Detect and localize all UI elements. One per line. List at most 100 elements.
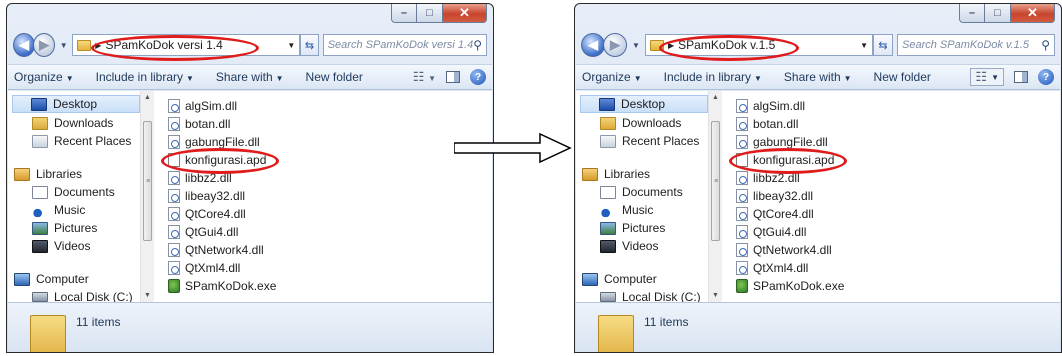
search-input[interactable]: Search SPamKoDok versi 1.4 ⚲ [322, 34, 488, 56]
search-input[interactable]: Search SPamKoDok v.1.5 ⚲ [897, 34, 1055, 56]
scroll-thumb[interactable]: ≡ [143, 121, 152, 241]
minimize-button[interactable]: – [391, 4, 417, 23]
help-icon[interactable]: ? [470, 69, 486, 85]
new-folder-button[interactable]: New folder [306, 70, 363, 84]
file-item[interactable]: QtCore4.dll [168, 205, 486, 223]
file-item[interactable]: QtXml4.dll [168, 259, 486, 277]
pictures-icon [32, 221, 48, 235]
nav-item-documents[interactable]: Documents [14, 183, 140, 201]
share-with-menu[interactable]: Share with ▼ [216, 70, 284, 84]
address-bar[interactable]: ▶ SPamKoDok v.1.5 ▼ [645, 34, 873, 56]
forward-arrow-icon: ▶ [610, 37, 620, 52]
file-item[interactable]: botan.dll [736, 115, 1054, 133]
file-name: QtCore4.dll [753, 207, 814, 221]
file-item[interactable]: libeay32.dll [168, 187, 486, 205]
help-icon[interactable]: ? [1038, 69, 1054, 85]
scroll-thumb[interactable]: ≡ [711, 121, 720, 241]
search-icon[interactable]: ⚲ [1041, 38, 1050, 52]
recent-pages-dropdown[interactable]: ▼ [59, 41, 68, 50]
file-item[interactable]: QtXml4.dll [736, 259, 1054, 277]
refresh-button[interactable]: ⇆ [873, 34, 893, 56]
address-bar[interactable]: ▶ SPamKoDok versi 1.4 ▼ [72, 34, 301, 56]
file-item[interactable]: libeay32.dll [736, 187, 1054, 205]
file-item[interactable]: algSim.dll [736, 97, 1054, 115]
file-item[interactable]: QtCore4.dll [736, 205, 1054, 223]
recent-pages-dropdown[interactable]: ▼ [631, 41, 641, 50]
address-path[interactable]: SPamKoDok versi 1.4 [105, 38, 283, 52]
file-item[interactable]: konfigurasi.apd [736, 151, 1054, 169]
nav-item-documents[interactable]: Documents [582, 183, 708, 201]
nav-item-desktop[interactable]: Desktop [12, 95, 140, 113]
scroll-down-icon[interactable]: ▼ [709, 289, 722, 303]
address-dropdown-icon[interactable]: ▼ [860, 41, 868, 50]
breadcrumb-chevron-icon[interactable]: ▶ [668, 41, 674, 50]
forward-button[interactable]: ▶ [603, 33, 627, 57]
nav-item-libraries[interactable]: Libraries [582, 165, 708, 183]
nav-item-music[interactable]: Music [14, 201, 140, 219]
search-placeholder: Search SPamKoDok versi 1.4 [327, 39, 474, 51]
file-item[interactable]: gabungFile.dll [168, 133, 486, 151]
nav-item-pictures[interactable]: Pictures [582, 219, 708, 237]
nav-item-music[interactable]: Music [582, 201, 708, 219]
nav-item-downloads[interactable]: Downloads [582, 114, 708, 132]
file-item[interactable]: QtNetwork4.dll [168, 241, 486, 259]
nav-item-recent-places[interactable]: Recent Places [14, 132, 140, 150]
file-item[interactable]: QtGui4.dll [736, 223, 1054, 241]
file-item[interactable]: libbz2.dll [168, 169, 486, 187]
file-name: QtGui4.dll [185, 225, 239, 239]
forward-button[interactable]: ▶ [33, 33, 56, 57]
file-item[interactable]: gabungFile.dll [736, 133, 1054, 151]
file-item[interactable]: SPamKoDok.exe [736, 277, 1054, 295]
nav-item-videos[interactable]: Videos [14, 237, 140, 255]
nav-item-pictures[interactable]: Pictures [14, 219, 140, 237]
navigation-scrollbar[interactable]: ▲ ≡ ▼ [140, 91, 154, 303]
breadcrumb-chevron-icon[interactable]: ▶ [95, 41, 101, 50]
close-button[interactable]: ✕ [443, 4, 487, 23]
close-button[interactable]: ✕ [1011, 4, 1055, 23]
address-dropdown-icon[interactable]: ▼ [287, 41, 295, 50]
file-item[interactable]: QtNetwork4.dll [736, 241, 1054, 259]
scroll-down-icon[interactable]: ▼ [141, 289, 154, 303]
include-in-library-menu[interactable]: Include in library ▼ [664, 70, 762, 84]
maximize-icon: □ [426, 7, 433, 19]
maximize-button[interactable]: □ [985, 4, 1011, 23]
back-button[interactable]: ◀ [13, 33, 36, 57]
address-path[interactable]: SPamKoDok v.1.5 [678, 38, 856, 52]
nav-item-downloads[interactable]: Downloads [14, 114, 140, 132]
include-in-library-label: Include in library [95, 70, 183, 84]
search-placeholder: Search SPamKoDok v.1.5 [902, 39, 1029, 51]
organize-menu[interactable]: Organize ▼ [582, 70, 642, 84]
new-folder-button[interactable]: New folder [874, 70, 931, 84]
share-with-label: Share with [783, 70, 841, 84]
file-item[interactable]: botan.dll [168, 115, 486, 133]
file-item[interactable]: algSim.dll [168, 97, 486, 115]
scroll-up-icon[interactable]: ▲ [709, 91, 722, 105]
file-item[interactable]: libbz2.dll [736, 169, 1054, 187]
refresh-button[interactable]: ⇆ [300, 34, 319, 56]
minimize-button[interactable]: – [959, 4, 985, 23]
search-icon[interactable]: ⚲ [473, 38, 482, 52]
nav-item-libraries[interactable]: Libraries [14, 165, 140, 183]
dll-file-icon [736, 171, 748, 185]
nav-item-videos[interactable]: Videos [582, 237, 708, 255]
file-item[interactable]: konfigurasi.apd [168, 151, 486, 169]
scroll-up-icon[interactable]: ▲ [141, 91, 154, 105]
change-view-button[interactable]: ☷ ▼ [970, 68, 1004, 86]
nav-item-desktop[interactable]: Desktop [580, 95, 708, 113]
nav-item-label: Recent Places [54, 134, 132, 148]
share-with-menu[interactable]: Share with ▼ [784, 70, 852, 84]
nav-item-recent-places[interactable]: Recent Places [582, 132, 708, 150]
navigation-scrollbar[interactable]: ▲ ≡ ▼ [708, 91, 722, 303]
nav-item-computer[interactable]: Computer [582, 270, 708, 288]
include-in-library-menu[interactable]: Include in library ▼ [96, 70, 194, 84]
file-item[interactable]: SPamKoDok.exe [168, 277, 486, 295]
change-view-button[interactable]: ☷ ▼ [413, 69, 436, 85]
maximize-button[interactable]: □ [417, 4, 443, 23]
nav-item-computer[interactable]: Computer [14, 270, 140, 288]
organize-menu[interactable]: Organize ▼ [14, 70, 74, 84]
videos-icon [32, 239, 48, 253]
file-item[interactable]: QtGui4.dll [168, 223, 486, 241]
preview-pane-icon[interactable] [1014, 71, 1028, 83]
back-button[interactable]: ◀ [581, 33, 605, 57]
preview-pane-icon[interactable] [446, 71, 460, 83]
